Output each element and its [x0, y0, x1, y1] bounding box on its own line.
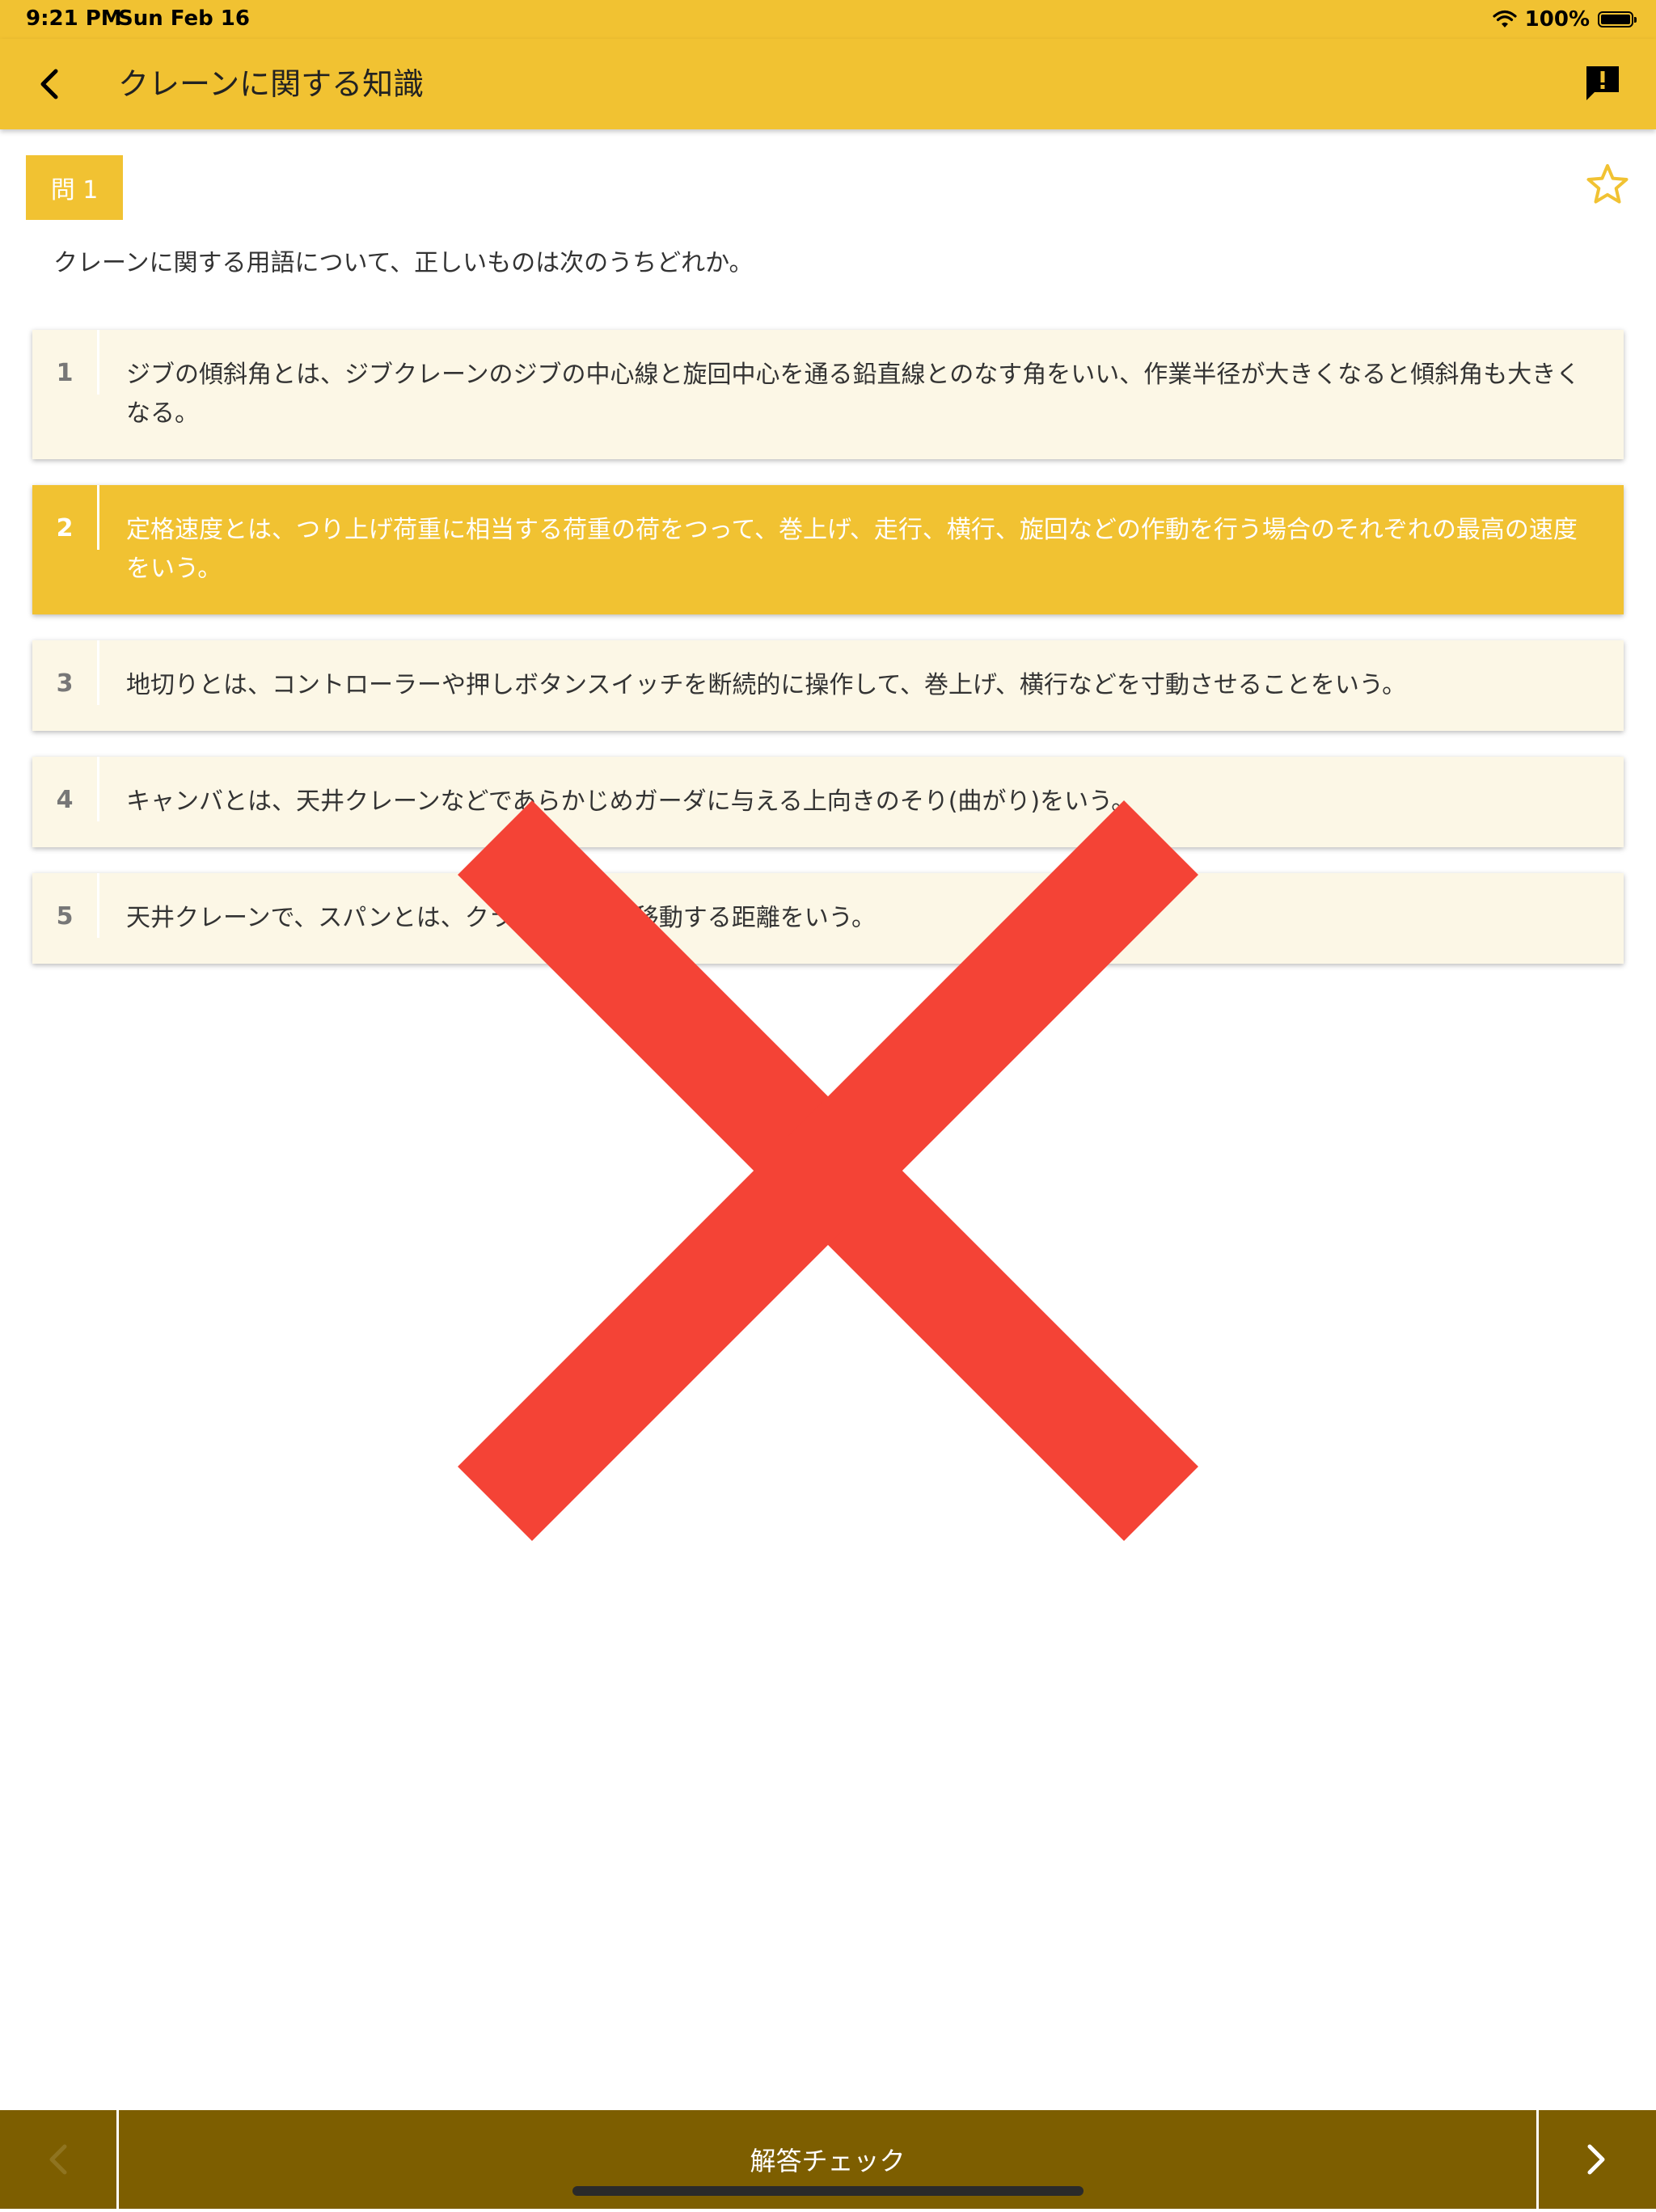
favorite-button[interactable] — [1585, 162, 1630, 207]
choice-divider — [97, 757, 99, 821]
choice-divider — [97, 873, 99, 938]
status-bar: 9:21 PM Sun Feb 16 100% — [0, 0, 1656, 39]
wifi-icon — [1493, 10, 1517, 27]
choice-number: 4 — [56, 786, 74, 814]
choice-option-5[interactable]: 5 天井クレーンで、スパンとは、クラブトロリの移動する距離をいう。 — [32, 873, 1624, 964]
battery-percentage: 100% — [1524, 7, 1590, 32]
chevron-right-icon — [1587, 2144, 1605, 2175]
choice-number: 5 — [56, 902, 74, 931]
chevron-left-icon — [49, 2144, 67, 2175]
next-question-button[interactable] — [1538, 2110, 1656, 2209]
status-date: Sun Feb 16 — [118, 6, 250, 31]
choice-option-1[interactable]: 1 ジブの傾斜角とは、ジブクレーンのジブの中心線と旋回中心を通る鉛直線とのなす角… — [32, 330, 1624, 459]
navigation-bar: クレーンに関する知識 — [0, 39, 1656, 129]
report-icon — [1586, 66, 1619, 100]
choice-divider — [97, 640, 99, 705]
choice-number: 2 — [56, 514, 74, 542]
choice-divider — [97, 485, 99, 550]
choice-text: 天井クレーンで、スパンとは、クラブトロリの移動する距離をいう。 — [126, 904, 876, 932]
choice-text: 定格速度とは、つり上げ荷重に相当する荷重の荷をつって、巻上げ、走行、横行、旋回な… — [126, 516, 1578, 583]
choice-number: 3 — [56, 669, 74, 698]
choice-text: 地切りとは、コントローラーや押しボタンスイッチを断続的に操作して、巻上げ、横行な… — [126, 671, 1407, 699]
report-button[interactable] — [1582, 61, 1624, 103]
choice-option-2[interactable]: 2 定格速度とは、つり上げ荷重に相当する荷重の荷をつって、巻上げ、走行、横行、旋… — [32, 485, 1624, 614]
chevron-left-icon — [40, 69, 58, 99]
battery-icon — [1598, 11, 1637, 27]
choice-text: キャンバとは、天井クレーンなどであらかじめガーダに与える上向きのそり(曲がり)を… — [126, 787, 1136, 816]
previous-question-button[interactable] — [0, 2110, 116, 2209]
choice-text: ジブの傾斜角とは、ジブクレーンのジブの中心線と旋回中心を通る鉛直線とのなす角をい… — [126, 361, 1581, 428]
page-title: クレーンに関する知識 — [118, 66, 425, 102]
question-number-badge: 問 1 — [26, 155, 123, 220]
star-outline-icon — [1586, 164, 1629, 204]
question-text: クレーンに関する用語について、正しいものは次のうちどれか。 — [53, 249, 754, 277]
choice-option-4[interactable]: 4 キャンバとは、天井クレーンなどであらかじめガーダに与える上向きのそり(曲がり… — [32, 757, 1624, 847]
home-indicator — [572, 2186, 1084, 2196]
choice-number: 1 — [56, 359, 74, 387]
choice-option-3[interactable]: 3 地切りとは、コントローラーや押しボタンスイッチを断続的に操作して、巻上げ、横… — [32, 640, 1624, 731]
status-time: 9:21 PM — [26, 6, 122, 31]
choice-divider — [97, 330, 99, 395]
status-indicators: 100% — [1493, 5, 1637, 34]
back-button[interactable] — [29, 61, 74, 107]
